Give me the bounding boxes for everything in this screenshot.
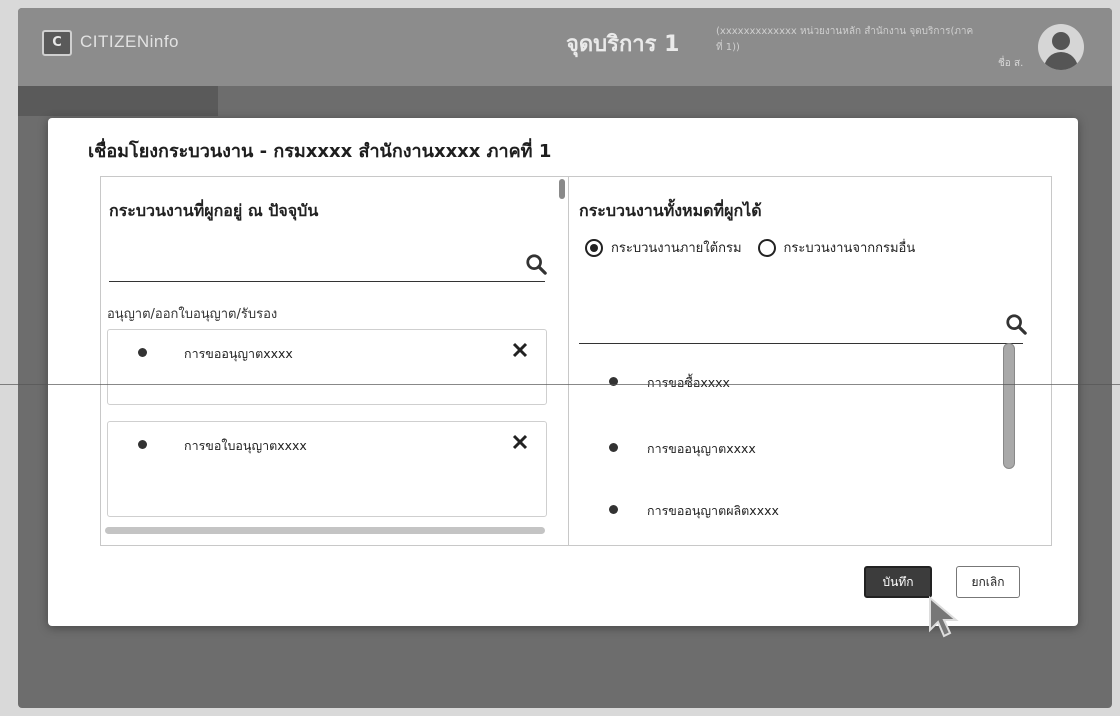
left-horizontal-scrollbar[interactable]: [105, 527, 545, 534]
right-vertical-scrollbar[interactable]: [1003, 343, 1015, 469]
radio-internal[interactable]: [585, 238, 603, 257]
left-search-input[interactable]: [109, 281, 545, 282]
left-vertical-scrollbar[interactable]: [559, 179, 565, 199]
close-icon[interactable]: [510, 340, 530, 360]
category-label: อนุญาต/ออกใบอนุญาต/รับรอง: [107, 307, 278, 322]
radio-external-label[interactable]: กระบวนงานจากกรมอื่น: [784, 237, 916, 258]
search-icon[interactable]: [1005, 313, 1027, 335]
modal-title: เชื่อมโยงกระบวนงาน - กรมxxxx สำนักงานxxx…: [88, 141, 552, 162]
current-process-card: การขอใบอนุญาตxxxx: [107, 421, 547, 517]
available-process-list: การขอซื้อxxxx การขออนุญาตxxxx การขออนุญา…: [569, 343, 1019, 543]
available-processes-title: กระบวนงานทั้งหมดที่ผูกได้: [579, 201, 762, 220]
current-process-card: การขออนุญาตxxxx: [107, 329, 547, 405]
panels-container: กระบวนงานที่ผูกอยู่ ณ ปัจจุบัน อนุญาต/ออ…: [100, 176, 1052, 546]
current-processes-title: กระบวนงานที่ผูกอยู่ ณ ปัจจุบัน: [109, 201, 319, 220]
scan-line: [0, 384, 1120, 385]
radio-external[interactable]: [757, 238, 776, 257]
logo-icon: C: [42, 30, 72, 56]
save-button[interactable]: บันทึก: [864, 566, 932, 598]
close-icon[interactable]: [510, 432, 530, 452]
cancel-button[interactable]: ยกเลิก: [956, 566, 1020, 598]
list-item[interactable]: การขอซื้อxxxx: [569, 373, 1009, 413]
available-process-name: การขออนุญาตxxxx: [647, 441, 756, 456]
search-icon[interactable]: [525, 253, 547, 275]
available-processes-panel: กระบวนงานทั้งหมดที่ผูกได้ กระบวนงานภายใต…: [569, 177, 1051, 545]
avatar-icon[interactable]: [1038, 24, 1084, 70]
list-item[interactable]: การขออนุญาตผลิตxxxx: [569, 501, 1009, 541]
link-process-modal: เชื่อมโยงกระบวนงาน - กรมxxxx สำนักงานxxx…: [48, 118, 1078, 638]
bullet-icon: [138, 348, 147, 357]
bullet-icon: [609, 505, 618, 514]
brand-name: CITIZENinfo: [80, 32, 180, 51]
user-name[interactable]: ชื่อ ส.: [998, 56, 1023, 71]
process-source-radio-group: กระบวนงานภายใต้กรม กระบวนงานจากกรมอื่น: [585, 237, 931, 258]
radio-internal-label[interactable]: กระบวนงานภายใต้กรม: [611, 237, 742, 258]
bullet-icon: [138, 440, 147, 449]
current-processes-panel: กระบวนงานที่ผูกอยู่ ณ ปัจจุบัน อนุญาต/ออ…: [101, 177, 569, 545]
sub-menu-bar: [18, 86, 218, 116]
top-bar: C CITIZENinfo จุดบริการ 1 (xxxxxxxxxxxxx…: [18, 8, 1112, 86]
current-process-name: การขอใบอนุญาตxxxx: [184, 438, 307, 453]
available-process-name: การขออนุญาตผลิตxxxx: [647, 503, 779, 518]
organization-text: (xxxxxxxxxxxxx หน่วยงานหลัก สำนักงาน จุด…: [716, 26, 974, 53]
current-process-name: การขออนุญาตxxxx: [184, 346, 293, 361]
service-point-title: จุดบริการ 1: [566, 32, 680, 57]
list-item[interactable]: การขออนุญาตxxxx: [569, 439, 1009, 479]
cursor-icon: [929, 596, 959, 638]
available-process-name: การขอซื้อxxxx: [647, 375, 730, 390]
bullet-icon: [609, 443, 618, 452]
